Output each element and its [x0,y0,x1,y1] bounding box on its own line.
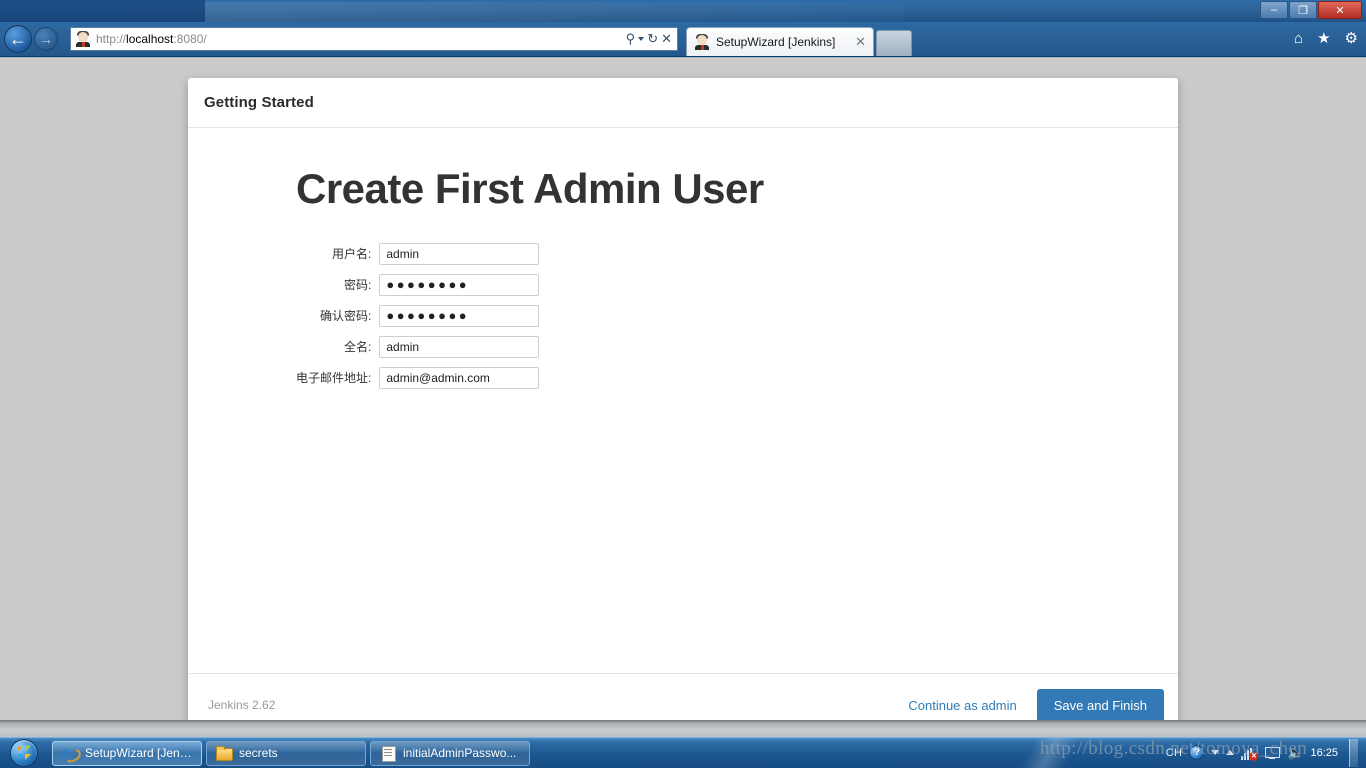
ie-icon [62,742,78,762]
tab-title: SetupWizard [Jenkins] [716,35,836,49]
label-password: 密码: [344,278,372,293]
username-input[interactable] [379,242,540,265]
volume-icon[interactable]: 🔈 [1287,745,1303,760]
address-port-path: :8080/ [173,32,207,46]
desktop: – ❐ ✕ ← → http://localhost:8080/ ⚲ ↻ ✕ S… [0,0,1366,768]
address-scheme: http:// [96,32,127,46]
wizard-footer: Jenkins 2.62 Continue as admin Save and … [188,673,1178,720]
site-favicon-icon [75,31,91,47]
back-arrow-icon[interactable]: ← [4,25,32,53]
taskbar-item-secrets[interactable]: secrets [206,740,366,766]
command-bar-icons: ⌂ ★ ⚙ [1294,29,1358,48]
password-input[interactable] [379,273,540,296]
network-icon[interactable]: ✕ [1241,746,1259,761]
home-icon[interactable]: ⌂ [1294,30,1303,47]
ime-indicator[interactable]: CH [1166,747,1183,759]
title-bar-gloss [205,2,905,22]
close-button[interactable]: ✕ [1318,1,1362,19]
taskbar-item-setupwizard[interactable]: SetupWizard [Jenki... [52,740,202,766]
favorites-star-icon[interactable]: ★ [1317,29,1330,47]
form-row-password: 密码: [296,269,540,300]
restore-button[interactable]: ❐ [1289,1,1317,19]
refresh-icon[interactable]: ↻ [647,31,658,47]
taskbar-item-initialadminpassword[interactable]: initialAdminPasswo... [370,740,530,766]
browser-title-bar [0,0,1366,22]
stop-icon[interactable]: ✕ [661,31,672,47]
display-icon[interactable] [1264,746,1281,760]
label-fullname: 全名: [344,340,372,355]
setup-wizard-panel: Getting Started Create First Admin User … [188,78,1178,720]
chevron-down-icon[interactable] [638,37,645,41]
taskbar-item-label: secrets [239,746,278,760]
wizard-body: Create First Admin User 用户名: 密码: [188,128,1178,673]
taskbar-item-label: SetupWizard [Jenki... [85,746,192,760]
title-bar-left-shade [0,0,205,22]
search-icon[interactable]: ⚲ [626,31,636,47]
windows-logo-icon [10,739,38,767]
wizard-header-title: Getting Started [204,94,314,111]
form-row-fullname: 全名: [296,331,540,362]
windows-taskbar: SetupWizard [Jenki... secrets initialAdm… [0,737,1366,768]
settings-gear-icon[interactable]: ⚙ [1345,29,1358,47]
show-desktop-button[interactable] [1349,738,1358,767]
browser-status-strip [0,720,1366,737]
tab-setupwizard[interactable]: SetupWizard [Jenkins] ✕ [686,27,874,56]
browser-navigation-bar: ← → http://localhost:8080/ ⚲ ↻ ✕ [0,22,1366,56]
address-bar[interactable]: http://localhost:8080/ ⚲ ↻ ✕ [70,27,678,51]
viewport-top-border [0,57,1366,58]
tab-strip: SetupWizard [Jenkins] ✕ [686,24,912,56]
label-username: 用户名: [332,247,372,262]
confirm-password-input[interactable] [379,304,540,327]
chevron-down-icon[interactable] [1211,750,1220,755]
form-row-confirm-password: 确认密码: [296,300,540,331]
show-hidden-icons-icon[interactable] [1226,750,1235,755]
notepad-icon [380,745,396,761]
form-row-username: 用户名: [296,238,540,269]
start-button[interactable] [0,738,48,768]
forward-arrow-icon[interactable]: → [34,27,58,51]
jenkins-version-label: Jenkins 2.62 [208,698,276,712]
clock[interactable]: 16:25 [1310,747,1338,759]
window-controls: – ❐ ✕ [1260,1,1362,19]
admin-user-form: 用户名: 密码: 确认密码: [296,238,540,393]
form-row-email: 电子邮件地址: [296,362,540,393]
taskbar-item-label: initialAdminPasswo... [403,746,517,760]
page-title: Create First Admin User [296,165,764,212]
tab-favicon-icon [694,34,710,50]
minimize-button[interactable]: – [1260,1,1288,19]
wizard-header: Getting Started [188,78,1178,128]
system-tray: CH ? ✕ 🔈 16:25 [1166,737,1366,768]
email-input[interactable] [379,366,540,389]
label-email: 电子邮件地址: [296,371,372,386]
address-host: localhost [126,32,174,46]
fullname-input[interactable] [379,335,540,358]
continue-as-admin-link[interactable]: Continue as admin [908,698,1016,713]
page-viewport: Getting Started Create First Admin User … [0,57,1366,720]
tab-close-icon[interactable]: ✕ [852,34,869,50]
address-bar-controls: ⚲ ↻ ✕ [626,31,677,47]
new-tab-button[interactable] [876,30,912,56]
help-icon[interactable]: ? [1189,745,1205,760]
save-and-finish-button[interactable]: Save and Finish [1036,688,1164,720]
folder-icon [216,745,232,761]
label-confirm-password: 确认密码: [320,309,372,324]
address-text: http://localhost:8080/ [96,32,626,46]
